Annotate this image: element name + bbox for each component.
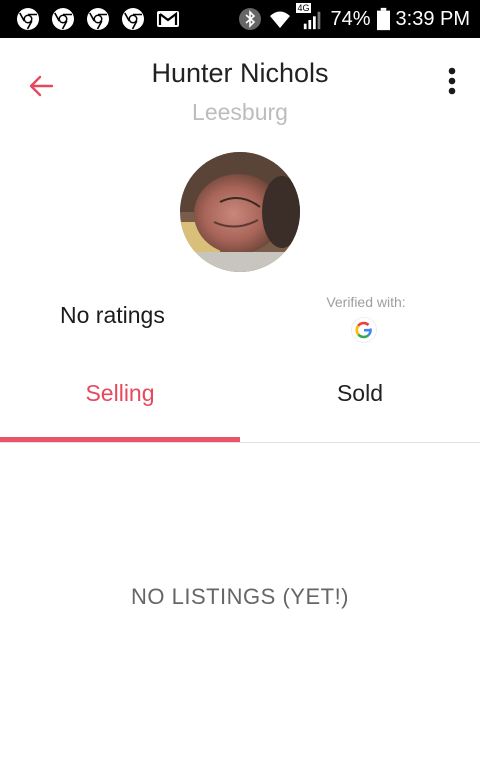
google-icon bbox=[351, 317, 377, 343]
chrome-icon bbox=[52, 8, 74, 30]
chrome-icon bbox=[122, 8, 144, 30]
cell-signal: 4G bbox=[296, 3, 324, 31]
wifi-icon bbox=[270, 11, 291, 28]
tab-selling[interactable]: Selling bbox=[0, 380, 240, 407]
battery-percent: 74% bbox=[330, 8, 371, 30]
gmail-icon bbox=[157, 11, 179, 27]
tab-divider bbox=[0, 442, 480, 443]
chrome-icon bbox=[17, 8, 39, 30]
more-options-icon[interactable] bbox=[436, 64, 468, 100]
signal-icon bbox=[304, 11, 321, 30]
ratings-text: No ratings bbox=[60, 302, 165, 328]
battery-icon bbox=[376, 7, 390, 31]
profile-name: Hunter Nichols bbox=[151, 58, 329, 88]
tab-sold[interactable]: Sold bbox=[240, 380, 480, 407]
notification-icons bbox=[16, 7, 180, 31]
verified-label: Verified with: bbox=[326, 294, 406, 310]
empty-state-message: NO LISTINGS (YET!) bbox=[130, 584, 350, 609]
chrome-icon bbox=[87, 8, 109, 30]
bluetooth-icon bbox=[239, 8, 262, 30]
system-status: 4G 74% 3:39 PM bbox=[238, 3, 470, 32]
profile-city: Leesburg bbox=[192, 99, 288, 125]
avatar[interactable] bbox=[180, 152, 300, 272]
status-bar: 4G 74% 3:39 PM bbox=[0, 0, 480, 38]
clock: 3:39 PM bbox=[395, 8, 470, 30]
